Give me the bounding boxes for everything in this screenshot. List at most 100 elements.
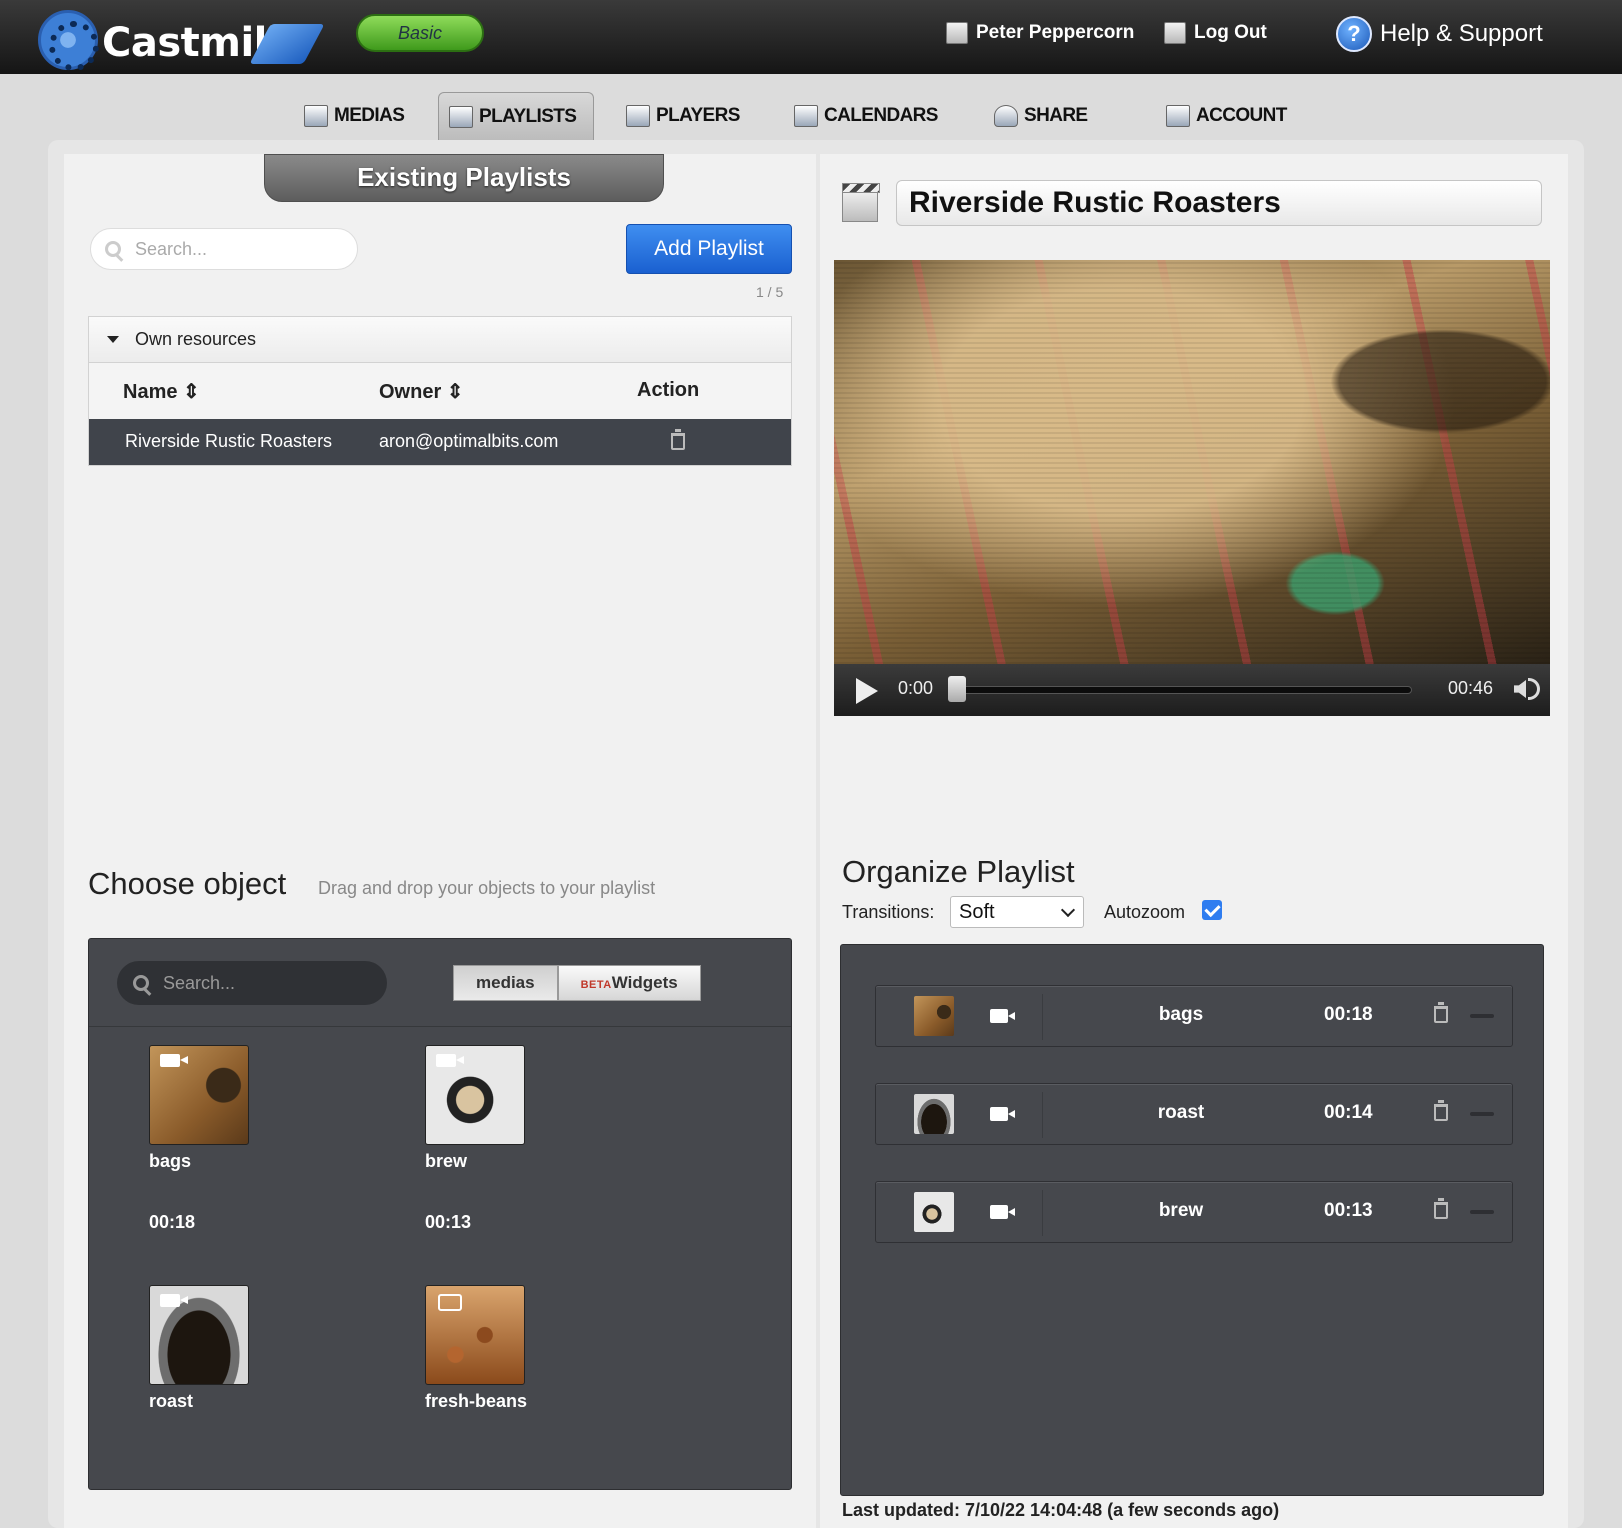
trash-icon[interactable] xyxy=(1434,1002,1448,1023)
main-nav: MEDIAS PLAYLISTS PLAYERS CALENDARS SHARE… xyxy=(0,74,1622,140)
media-duration: 00:18 xyxy=(149,1212,196,1232)
trash-icon[interactable] xyxy=(1434,1198,1448,1219)
playlist-icon xyxy=(449,105,473,128)
playlist-name-cell: Riverside Rustic Roasters xyxy=(125,431,333,451)
user-profile-link[interactable]: Peter Peppercorn xyxy=(946,22,1134,44)
autozoom-label: Autozoom xyxy=(1104,902,1186,922)
film-reel-icon xyxy=(38,10,99,71)
object-search[interactable] xyxy=(117,961,387,1005)
pagination-info: 1 / 5 xyxy=(756,284,784,300)
top-header: Castmill Basic Peter Peppercorn Log Out … xyxy=(0,0,1622,74)
help-icon: ? xyxy=(1336,16,1372,52)
person-icon xyxy=(994,105,1018,127)
playlist-item[interactable]: bags 00:18 xyxy=(875,985,1513,1047)
object-browser: medias BETAWidgets bags 00:18 brew 00:13… xyxy=(88,938,792,1490)
help-label: Help & Support xyxy=(1380,20,1543,47)
plan-badge[interactable]: Basic xyxy=(356,14,484,52)
tab-medias[interactable]: medias xyxy=(453,965,558,1001)
item-name: roast xyxy=(1157,1102,1205,1123)
playlist-item[interactable]: roast 00:14 xyxy=(875,1083,1513,1145)
collapse-triangle-icon[interactable] xyxy=(107,336,119,343)
organize-playlist-title: Organize Playlist xyxy=(842,854,1075,889)
media-item[interactable]: bags 00:18 xyxy=(149,1045,249,1233)
nav-players[interactable]: PLAYERS xyxy=(616,92,750,140)
volume-wave-icon xyxy=(1528,678,1540,700)
media-name: brew xyxy=(425,1151,468,1171)
media-thumbnail xyxy=(149,1285,249,1385)
drag-handle[interactable] xyxy=(1470,1112,1494,1116)
column-header-name[interactable]: Name ⇕ xyxy=(123,379,200,404)
user-card-icon xyxy=(946,22,968,44)
object-search-input[interactable] xyxy=(163,972,353,994)
nav-label: PLAYLISTS xyxy=(479,105,577,127)
video-camera-icon xyxy=(160,1054,188,1067)
trash-icon[interactable] xyxy=(671,429,685,450)
nav-playlists[interactable]: PLAYLISTS xyxy=(438,92,594,140)
media-duration: 00:13 xyxy=(425,1212,472,1232)
total-time: 00:46 xyxy=(1448,678,1494,698)
media-thumbnail xyxy=(149,1045,249,1145)
owner-cell: aron@optimalbits.com xyxy=(379,431,559,451)
nav-medias[interactable]: MEDIAS xyxy=(294,92,414,140)
object-type-tabs: medias BETAWidgets xyxy=(453,965,701,1001)
drag-handle[interactable] xyxy=(1470,1014,1494,1018)
video-frame[interactable] xyxy=(834,260,1550,664)
transitions-select[interactable]: Soft xyxy=(950,896,1084,928)
playlist-title-input[interactable] xyxy=(896,180,1542,226)
media-thumbnail xyxy=(425,1285,525,1385)
search-icon xyxy=(105,241,121,257)
own-resources-group[interactable]: Own resources xyxy=(89,317,791,363)
item-duration[interactable]: 00:13 xyxy=(1324,1200,1373,1222)
volume-icon[interactable] xyxy=(1514,680,1526,698)
transitions-label: Transitions: xyxy=(842,902,935,922)
item-duration[interactable]: 00:14 xyxy=(1324,1102,1373,1124)
user-name: Peter Peppercorn xyxy=(976,22,1135,43)
media-item[interactable]: roast xyxy=(149,1285,249,1412)
tab-widgets[interactable]: BETAWidgets xyxy=(557,965,701,1001)
object-browser-toolbar: medias BETAWidgets xyxy=(89,939,791,1027)
existing-playlists-header: Existing Playlists xyxy=(264,154,664,202)
account-icon xyxy=(1166,105,1190,127)
divider xyxy=(1042,994,1043,1040)
column-header-owner[interactable]: Owner ⇕ xyxy=(379,379,464,404)
nav-share[interactable]: SHARE xyxy=(984,92,1098,140)
media-item[interactable]: fresh-beans xyxy=(425,1285,527,1412)
group-label: Own resources xyxy=(135,329,257,349)
camera-icon xyxy=(438,1294,462,1311)
image-icon xyxy=(304,105,328,127)
divider xyxy=(1042,1190,1043,1236)
playlists-table: Own resources Name ⇕ Owner ⇕ Action Rive… xyxy=(88,316,792,466)
playlist-search[interactable] xyxy=(90,228,358,270)
table-row[interactable]: Riverside Rustic Roasters aron@optimalbi… xyxy=(89,419,791,465)
drag-handle[interactable] xyxy=(1470,1210,1494,1214)
nav-label: SHARE xyxy=(1024,105,1088,126)
video-camera-icon xyxy=(990,1009,1015,1023)
media-item[interactable]: brew 00:13 xyxy=(425,1045,525,1233)
trash-icon[interactable] xyxy=(1434,1100,1448,1121)
nav-label: MEDIAS xyxy=(334,105,405,126)
castmill-logo[interactable]: Castmill xyxy=(38,6,328,71)
logout-link[interactable]: Log Out xyxy=(1164,22,1267,44)
choose-object-hint: Drag and drop your objects to your playl… xyxy=(318,878,656,898)
playlist-item[interactable]: brew 00:13 xyxy=(875,1181,1513,1243)
help-support-link[interactable]: ? Help & Support xyxy=(1336,16,1543,52)
item-name: brew xyxy=(1158,1200,1204,1221)
divider xyxy=(1042,1092,1043,1138)
video-camera-icon xyxy=(160,1294,188,1307)
item-duration[interactable]: 00:18 xyxy=(1324,1004,1373,1026)
playlist-search-input[interactable] xyxy=(135,238,325,260)
autozoom-checkbox[interactable] xyxy=(1202,900,1222,920)
video-preview[interactable]: 0:00 00:46 xyxy=(834,260,1550,716)
video-controls: 0:00 00:46 xyxy=(834,664,1550,716)
item-thumbnail xyxy=(914,1094,954,1134)
nav-account[interactable]: ACCOUNT xyxy=(1156,92,1297,140)
transitions-value: Soft xyxy=(959,901,995,923)
play-icon[interactable] xyxy=(856,678,878,704)
add-playlist-button[interactable]: Add Playlist xyxy=(626,224,792,274)
nav-calendars[interactable]: CALENDARS xyxy=(784,92,948,140)
seek-handle[interactable] xyxy=(948,676,966,702)
nav-label: PLAYERS xyxy=(656,105,740,126)
item-thumbnail xyxy=(914,996,954,1036)
current-time: 0:00 xyxy=(898,678,934,698)
seek-bar[interactable] xyxy=(952,686,1412,694)
